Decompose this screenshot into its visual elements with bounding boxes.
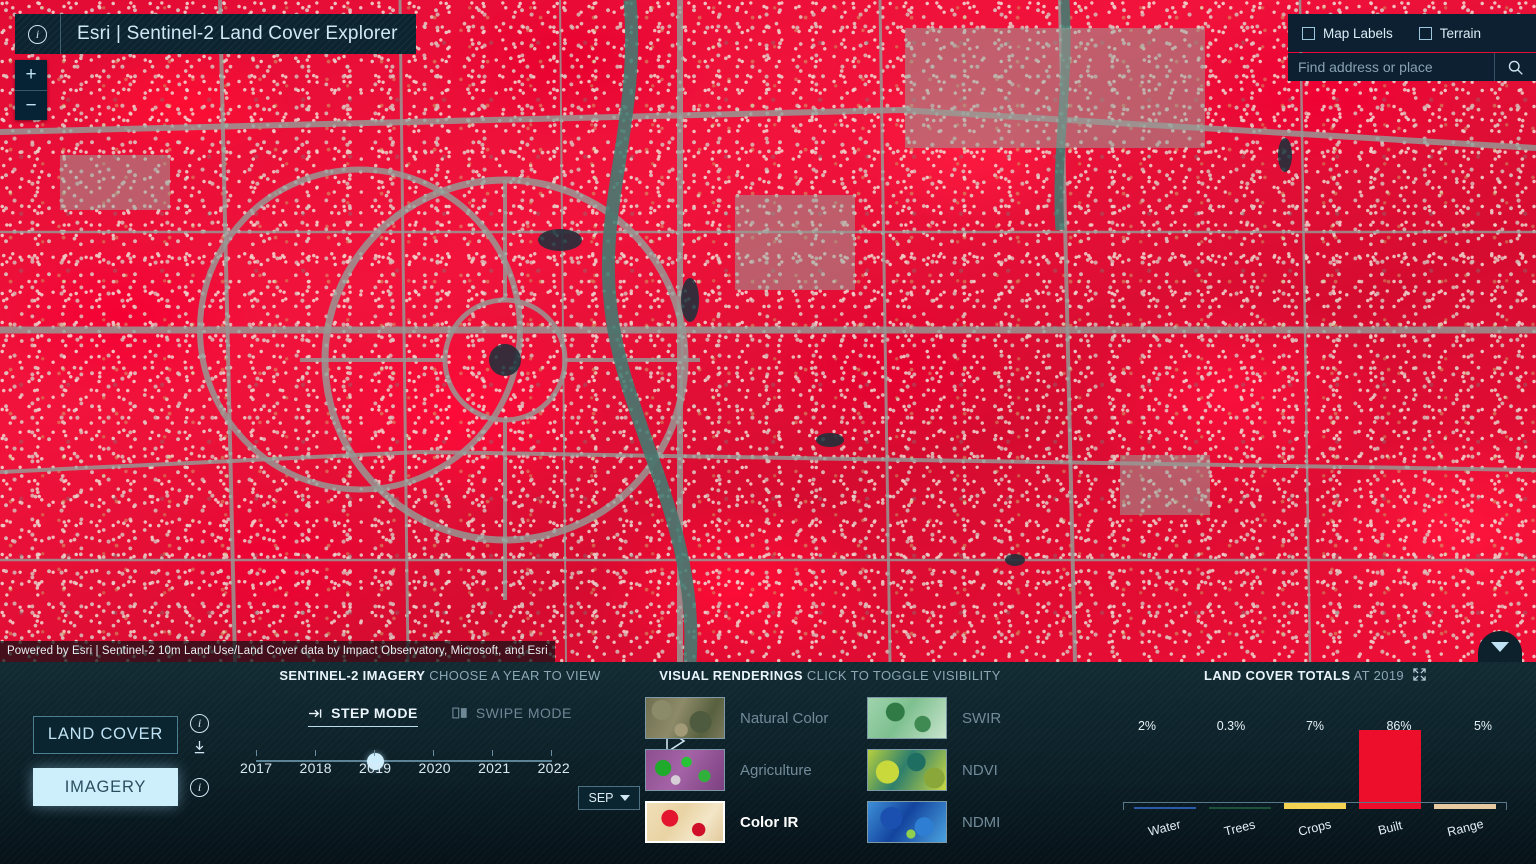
zoom-controls: + −	[15, 60, 47, 120]
chart-bar-column	[1353, 717, 1428, 809]
zoom-out-button[interactable]: −	[15, 90, 47, 120]
map-road-network	[0, 0, 1536, 662]
info-circle-icon[interactable]: i	[190, 714, 209, 733]
renderings-section-title: VISUAL RENDERINGS CLICK TO TOGGLE VISIBI…	[645, 668, 1015, 683]
rendering-label-agriculture[interactable]: Agriculture	[727, 762, 867, 779]
timeline-section-title: SENTINEL-2 IMAGERY CHOOSE A YEAR TO VIEW	[240, 668, 640, 683]
chart-category-built: Built	[1376, 818, 1404, 838]
chart-category-labels: Water Trees Crops Built Range	[1127, 816, 1503, 840]
land-cover-explorer-app: Powered by Esri | Sentinel-2 10m Land Us…	[0, 0, 1536, 864]
rendering-label-color-ir[interactable]: Color IR	[727, 814, 867, 831]
swipe-mode-label: SWIPE MODE	[475, 705, 572, 721]
land-cover-bar-chart: 2% 0.3% 7% 86% 5% Water Trees Crops Buil…	[1105, 697, 1525, 840]
chart-bar-column	[1202, 717, 1277, 809]
map-attribution: Powered by Esri | Sentinel-2 10m Land Us…	[0, 641, 555, 662]
rendering-thumbnail-ndvi[interactable]	[867, 749, 947, 791]
visual-renderings-section: VISUAL RENDERINGS CLICK TO TOGGLE VISIBI…	[645, 668, 1015, 843]
page-title: Esri | Sentinel-2 Land Cover Explorer	[77, 23, 398, 44]
step-mode-icon	[309, 708, 322, 718]
timeline-mode-tabs: STEP MODE SWIPE MODE	[240, 705, 640, 727]
bar-built[interactable]	[1359, 729, 1422, 809]
chart-bar-column	[1127, 717, 1202, 809]
imagery-button[interactable]: IMAGERY	[33, 768, 178, 806]
download-icon[interactable]	[192, 740, 207, 755]
chart-bar-column	[1277, 717, 1352, 809]
search-input[interactable]	[1288, 53, 1494, 81]
tab-swipe-mode[interactable]: SWIPE MODE	[452, 705, 572, 727]
rendering-label-ndvi[interactable]: NDVI	[949, 762, 1015, 779]
swipe-mode-icon	[452, 707, 467, 719]
month-dropdown[interactable]: SEP	[578, 786, 640, 810]
info-circle-icon[interactable]: i	[190, 777, 209, 797]
terrain-label: Terrain	[1439, 25, 1482, 41]
timeline-title-rest: CHOOSE A YEAR TO VIEW	[429, 668, 601, 683]
chart-category-crops: Crops	[1297, 817, 1333, 839]
renderings-grid: Natural Color SWIR Agriculture NDVI Colo…	[645, 697, 1015, 843]
land-cover-totals-section: LAND COVER TOTALS AT 2019 2% 0.3% 7% 86%…	[1105, 668, 1525, 840]
app-info-button[interactable]: i	[15, 14, 61, 54]
satellite-map-view[interactable]: Powered by Esri | Sentinel-2 10m Land Us…	[0, 0, 1536, 662]
checkbox-icon	[1418, 26, 1432, 40]
chart-category-trees: Trees	[1222, 817, 1257, 839]
chart-bar-column	[1428, 717, 1503, 809]
info-circle-icon: i	[28, 24, 47, 44]
chart-category-range: Range	[1445, 816, 1485, 840]
year-label[interactable]: 2021	[478, 760, 510, 776]
imagery-actions: i	[190, 777, 209, 797]
month-value: SEP	[588, 791, 614, 805]
year-label[interactable]: 2019	[359, 760, 391, 776]
chart-axis	[1123, 802, 1507, 810]
land-cover-button[interactable]: LAND COVER	[33, 715, 178, 754]
year-label[interactable]: 2022	[538, 760, 570, 776]
year-label[interactable]: 2020	[419, 760, 451, 776]
step-mode-label: STEP MODE	[331, 705, 418, 721]
year-labels: 2017 2018 2019 2020 2021 2022	[240, 760, 570, 776]
search-button[interactable]	[1494, 53, 1536, 81]
rendering-label-natural-color[interactable]: Natural Color	[727, 710, 867, 727]
terrain-checkbox[interactable]: Terrain	[1418, 25, 1482, 41]
imagery-row: IMAGERY i	[33, 768, 209, 806]
rendering-label-swir[interactable]: SWIR	[949, 710, 1015, 727]
chart-section-title: LAND COVER TOTALS AT 2019	[1105, 668, 1525, 683]
map-labels-label: Map Labels	[1323, 25, 1393, 41]
chart-bars	[1127, 717, 1503, 809]
checkbox-icon	[1302, 26, 1315, 40]
renderings-title-rest: CLICK TO TOGGLE VISIBILITY	[806, 668, 1001, 683]
layer-mode-controls: LAND COVER i IMAGERY i	[33, 714, 209, 806]
map-labels-checkbox[interactable]: Map Labels	[1302, 26, 1393, 41]
year-label[interactable]: 2017	[240, 760, 272, 776]
chart-title-bold: LAND COVER TOTALS	[1204, 668, 1351, 683]
map-options-bar: Map Labels Terrain	[1288, 14, 1536, 52]
land-cover-actions: i	[190, 714, 209, 755]
land-cover-row: LAND COVER i	[33, 714, 209, 755]
timeline-title-bold: SENTINEL-2 IMAGERY	[279, 668, 426, 683]
search-icon	[1508, 60, 1523, 75]
renderings-title-bold: VISUAL RENDERINGS	[659, 668, 803, 683]
chart-title-rest: AT 2019	[1353, 668, 1404, 683]
rendering-thumbnail-color-ir[interactable]	[645, 801, 725, 843]
rendering-thumbnail-swir[interactable]	[867, 697, 947, 739]
rendering-thumbnail-ndmi[interactable]	[867, 801, 947, 843]
rendering-thumbnail-agriculture[interactable]	[645, 749, 725, 791]
year-label[interactable]: 2018	[300, 760, 332, 776]
rendering-thumbnail-natural-color[interactable]	[645, 697, 725, 739]
chevron-down-icon	[1491, 642, 1509, 652]
chevron-down-icon	[619, 795, 630, 801]
app-header: i Esri | Sentinel-2 Land Cover Explorer	[15, 14, 416, 54]
search-bar	[1288, 53, 1536, 81]
timeline-section: SENTINEL-2 IMAGERY CHOOSE A YEAR TO VIEW…	[240, 668, 686, 810]
chart-category-water: Water	[1146, 817, 1183, 839]
bottom-control-panel: LAND COVER i IMAGERY i SENTINEL-2 IMAGER…	[0, 662, 1536, 864]
tab-step-mode[interactable]: STEP MODE	[308, 705, 418, 727]
expand-arrows-icon[interactable]	[1413, 668, 1426, 681]
year-slider-ticks	[256, 750, 552, 757]
rendering-label-ndmi[interactable]: NDMI	[949, 814, 1015, 831]
zoom-in-button[interactable]: +	[15, 60, 47, 90]
